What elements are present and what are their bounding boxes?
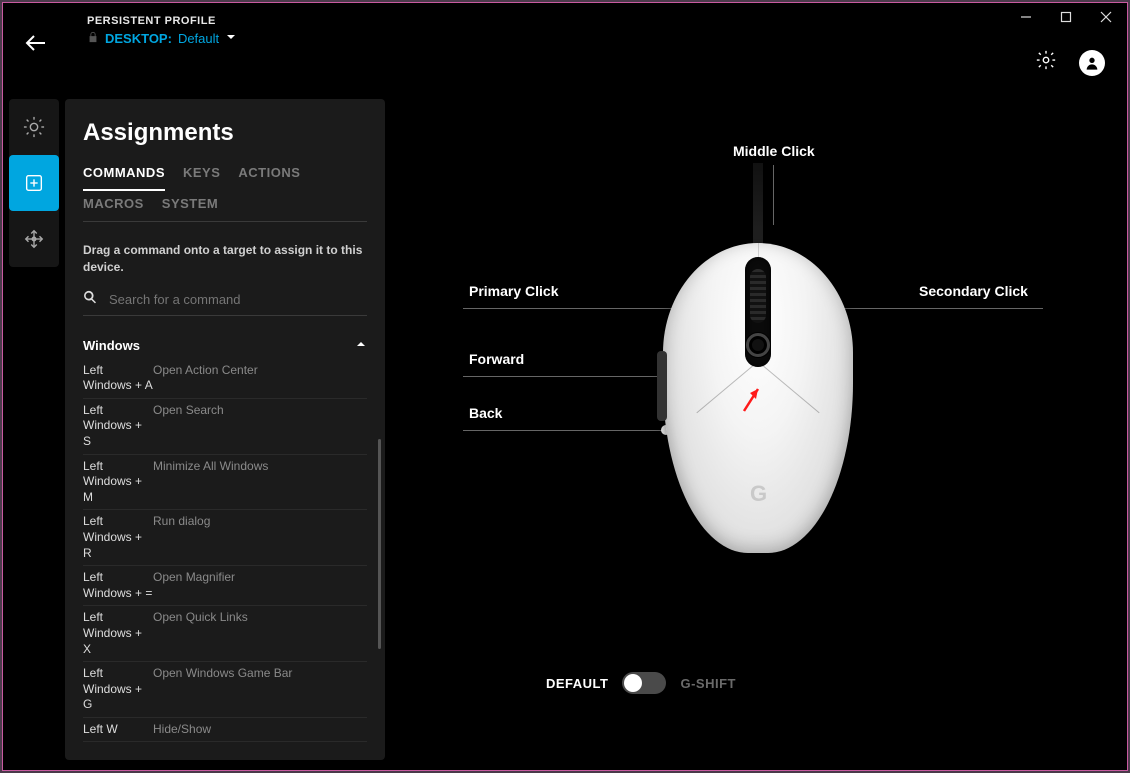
tab-macros[interactable]: MACROS — [83, 196, 144, 211]
panel-title: Assignments — [83, 119, 367, 147]
command-key: Left W — [83, 722, 153, 738]
tab-actions[interactable]: ACTIONS — [238, 165, 300, 180]
account-button[interactable] — [1079, 50, 1105, 76]
command-desc: Open Quick Links — [153, 610, 367, 657]
command-desc: Hide/Show — [153, 722, 367, 738]
command-desc: Minimize All Windows — [153, 459, 367, 506]
label-primary-click[interactable]: Primary Click — [469, 283, 559, 299]
command-key: Left Windows + M — [83, 459, 153, 506]
command-row[interactable]: Left Windows + =Open Magnifier — [83, 566, 367, 606]
mode-gshift-label: G-SHIFT — [680, 676, 736, 691]
leader-forward — [463, 376, 663, 377]
chevron-down-icon — [225, 31, 237, 46]
profile-title: PERSISTENT PROFILE — [87, 15, 237, 27]
settings-button[interactable] — [1035, 49, 1057, 76]
leader-middle — [773, 165, 774, 225]
command-group: Windows Left Windows + AOpen Action Cent… — [83, 338, 367, 743]
assignment-tabs: COMMANDS KEYS ACTIONS MACROS SYSTEM — [83, 165, 367, 222]
label-back[interactable]: Back — [469, 405, 502, 421]
command-row[interactable]: Left WHide/Show — [83, 718, 367, 743]
profile-name: Default — [178, 31, 219, 46]
chevron-up-icon — [355, 338, 367, 353]
tab-commands[interactable]: COMMANDS — [83, 165, 165, 180]
command-row[interactable]: Left Windows + GOpen Windows Game Bar — [83, 662, 367, 718]
group-title: Windows — [83, 338, 140, 353]
mode-toggle: DEFAULT G-SHIFT — [546, 672, 736, 694]
command-desc: Open Search — [153, 403, 367, 450]
header-icons — [1035, 49, 1105, 76]
command-desc: Open Magnifier — [153, 570, 367, 601]
profile-selector[interactable]: DESKTOP: Default — [87, 31, 237, 46]
search-icon — [83, 290, 97, 309]
label-middle-click[interactable]: Middle Click — [733, 143, 815, 159]
header: PERSISTENT PROFILE DESKTOP: Default — [15, 9, 1115, 69]
command-row[interactable]: Left Windows + MMinimize All Windows — [83, 455, 367, 511]
command-row[interactable]: Left Windows + SOpen Search — [83, 399, 367, 455]
command-row[interactable]: Left Windows + XOpen Quick Links — [83, 606, 367, 662]
drag-hint: Drag a command onto a target to assign i… — [83, 242, 367, 276]
mode-toggle-switch[interactable] — [622, 672, 666, 694]
tab-system[interactable]: SYSTEM — [162, 196, 218, 211]
search-input[interactable] — [107, 291, 367, 308]
leader-back — [463, 430, 663, 431]
profile-block: PERSISTENT PROFILE DESKTOP: Default — [87, 15, 237, 46]
assignments-panel: Assignments COMMANDS KEYS ACTIONS MACROS… — [65, 99, 385, 760]
mouse-wheel — [750, 269, 766, 323]
command-row[interactable]: Left Windows + RRun dialog — [83, 510, 367, 566]
command-desc: Run dialog — [153, 514, 367, 561]
mouse-side-buttons — [657, 351, 667, 421]
sidebar-rail — [9, 99, 59, 267]
label-forward[interactable]: Forward — [469, 351, 524, 367]
lock-icon — [87, 31, 99, 46]
group-header-windows[interactable]: Windows — [83, 338, 367, 359]
scrollbar[interactable] — [378, 439, 381, 649]
command-desc: Open Action Center — [153, 363, 367, 394]
logitech-g-logo: G — [750, 481, 766, 507]
command-row[interactable]: Left Windows + AOpen Action Center — [83, 359, 367, 399]
command-key: Left Windows + X — [83, 610, 153, 657]
annotation-red-arrow — [738, 381, 764, 420]
device-stage: Middle Click Primary Click Secondary Cli… — [403, 133, 1107, 710]
rail-sensitivity[interactable] — [9, 211, 59, 267]
rail-assignments[interactable] — [9, 155, 59, 211]
search-row — [83, 290, 367, 316]
command-key: Left Windows + G — [83, 666, 153, 713]
command-key: Left Windows + R — [83, 514, 153, 561]
command-key: Left Windows + = — [83, 570, 153, 601]
command-desc: Open Windows Game Bar — [153, 666, 367, 713]
mode-default-label: DEFAULT — [546, 676, 608, 691]
app-window: PERSISTENT PROFILE DESKTOP: Default — [2, 2, 1128, 771]
mouse-dpi-button — [746, 333, 770, 357]
back-button[interactable] — [23, 31, 47, 60]
command-list: Left Windows + AOpen Action CenterLeft W… — [83, 359, 367, 743]
command-key: Left Windows + A — [83, 363, 153, 394]
profile-desktop-label: DESKTOP: — [105, 31, 172, 46]
tab-keys[interactable]: KEYS — [183, 165, 220, 180]
toggle-knob — [624, 674, 642, 692]
command-key: Left Windows + S — [83, 403, 153, 450]
rail-lighting[interactable] — [9, 99, 59, 155]
mouse-cable — [751, 163, 765, 249]
label-secondary-click[interactable]: Secondary Click — [919, 283, 1028, 299]
